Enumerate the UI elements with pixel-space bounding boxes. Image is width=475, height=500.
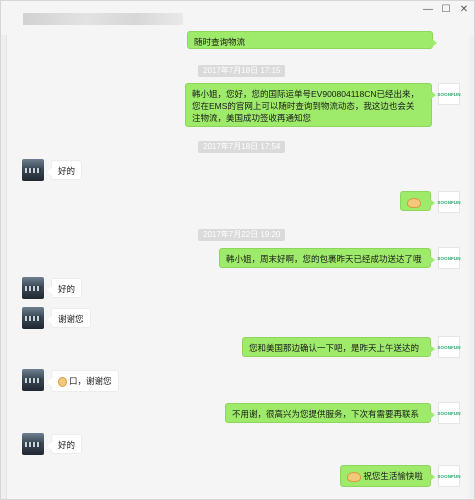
message-bubble[interactable]: 韩小姐，周末好啊，您的包裹昨天已经成功送达了哦 — [219, 248, 435, 268]
message-bubble[interactable]: 好的 — [46, 160, 83, 180]
contact-name-blurred — [23, 13, 183, 25]
minimize-icon: — — [423, 4, 433, 15]
message-bubble[interactable]: 好的 — [46, 434, 83, 454]
message-text: 您和美国那边确认一下吧，是昨天上午送达的 — [249, 343, 420, 353]
my-avatar[interactable]: SOONFUN — [437, 336, 461, 358]
handshake-emoji — [347, 471, 361, 482]
my-avatar[interactable]: SOONFUN — [437, 465, 461, 487]
timestamp: 2017年7月22日 19:20 — [198, 229, 286, 241]
close-icon: ✕ — [459, 4, 469, 15]
message-bubble[interactable]: 好的 — [46, 278, 83, 298]
message-list[interactable]: 随时查询物流 2017年7月18日 17:15 韩小姐，您好，您的国际运单号EV… — [1, 31, 474, 499]
my-avatar[interactable]: SOONFUN — [437, 402, 461, 424]
message-text: 好的 — [58, 166, 76, 176]
my-avatar[interactable]: SOONFUN — [437, 191, 461, 213]
message-text-line: 韩小姐，您好，您的国际运单号EV900804118CN已经出来， — [192, 89, 420, 99]
my-avatar[interactable]: SOONFUN — [437, 83, 461, 105]
timestamp: 2017年7月18日 17:15 — [198, 65, 286, 77]
chat-window: — ☐ ✕ 随时查询物流 2017年7月18日 17:15 韩小姐，您好，您的国… — [0, 0, 475, 500]
contact-avatar[interactable] — [22, 307, 44, 329]
timestamp: 2017年7月18日 17:54 — [198, 141, 286, 153]
contact-avatar[interactable] — [22, 159, 44, 181]
message-text: 韩小姐，周末好啊，您的包裹昨天已经成功送达了哦 — [226, 254, 422, 264]
message-bubble[interactable]: 祝您生活愉快啦 — [340, 465, 435, 487]
message-bubble[interactable]: 谢谢您 — [47, 308, 91, 328]
close-button[interactable]: ✕ — [455, 3, 473, 17]
handshake-emoji — [407, 197, 421, 208]
contact-avatar[interactable] — [22, 433, 44, 455]
message-text: 好的 — [58, 440, 76, 450]
message-text: 谢谢您 — [58, 314, 84, 324]
maximize-button[interactable]: ☐ — [437, 3, 455, 17]
message-text-line: 注物流，美国成功签收再通知您 — [192, 113, 312, 123]
message-text-line: 您在EMS的官网上可以随时查询到物流动态，我这边也会关 — [192, 101, 415, 111]
maximize-icon: ☐ — [441, 4, 451, 15]
message-bubble[interactable] — [400, 191, 435, 211]
message-text: 祝您生活愉快啦 — [363, 471, 423, 481]
contact-avatar[interactable] — [22, 369, 44, 391]
message-bubble[interactable]: 您和美国那边确认一下吧，是昨天上午送达的 — [242, 337, 435, 357]
minimize-button[interactable]: — — [419, 3, 437, 17]
message-bubble[interactable]: 口，谢谢您 — [47, 370, 119, 392]
contact-avatar[interactable] — [22, 277, 44, 299]
message-bubble[interactable]: 随时查询物流 — [187, 31, 437, 49]
message-text: 不用谢，很高兴为您提供服务，下次有需要再联系 — [232, 409, 420, 419]
message-text: 口，谢谢您 — [69, 376, 112, 386]
title-bar: — ☐ ✕ — [1, 1, 474, 35]
ok-hand-emoji — [58, 376, 67, 387]
message-text: 随时查询物流 — [194, 37, 246, 47]
my-avatar[interactable]: SOONFUN — [437, 247, 461, 269]
message-text: 好的 — [58, 284, 76, 294]
message-bubble[interactable]: 不用谢，很高兴为您提供服务，下次有需要再联系 — [225, 403, 435, 423]
message-bubble[interactable]: 韩小姐，您好，您的国际运单号EV900804118CN已经出来， 您在EMS的官… — [185, 83, 436, 127]
